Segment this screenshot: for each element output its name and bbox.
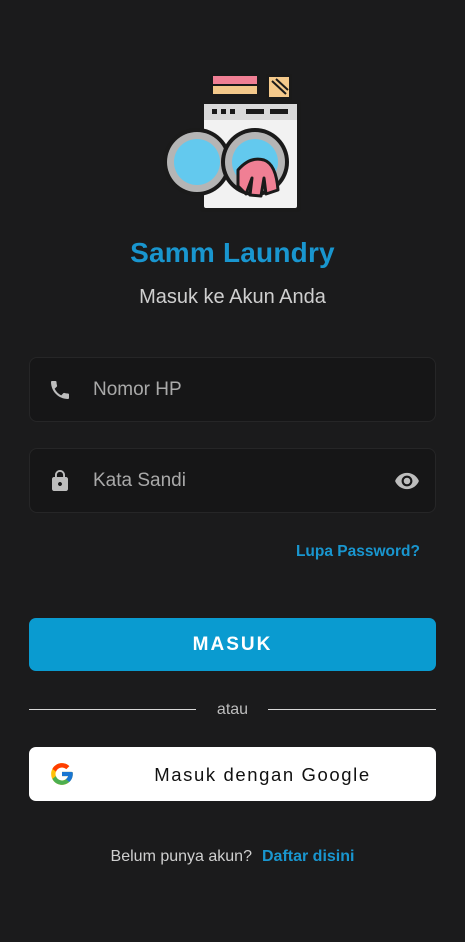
signup-link[interactable]: Daftar disini bbox=[262, 848, 354, 865]
page-subtitle: Masuk ke Akun Anda bbox=[139, 286, 326, 308]
signup-row: Belum punya akun? Daftar disini bbox=[0, 848, 465, 866]
lock-icon bbox=[52, 470, 68, 491]
eye-icon[interactable] bbox=[393, 468, 421, 494]
phone-input[interactable] bbox=[93, 358, 375, 421]
password-field[interactable] bbox=[29, 448, 436, 513]
phone-field[interactable] bbox=[29, 357, 436, 422]
google-login-button[interactable]: Masuk dengan Google bbox=[29, 747, 436, 801]
login-button[interactable]: MASUK bbox=[29, 618, 436, 671]
google-icon bbox=[51, 763, 73, 785]
divider-right bbox=[268, 709, 436, 710]
signup-question: Belum punya akun? bbox=[110, 848, 252, 865]
app-title: Samm Laundry bbox=[130, 237, 335, 268]
washing-machine-icon bbox=[163, 73, 301, 212]
phone-icon bbox=[51, 381, 69, 399]
google-login-label: Masuk dengan Google bbox=[154, 764, 371, 785]
password-input[interactable] bbox=[93, 449, 375, 512]
divider-label: atau bbox=[216, 701, 249, 718]
forgot-password-link[interactable]: Lupa Password? bbox=[296, 543, 420, 561]
